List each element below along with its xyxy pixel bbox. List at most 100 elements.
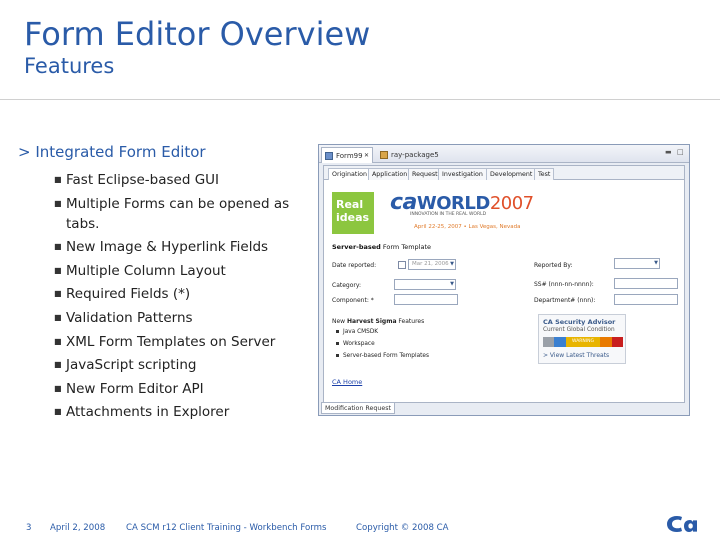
tab-application[interactable]: Application (368, 168, 412, 180)
ca-logo-icon (667, 516, 697, 532)
real-ideas-image: Real ideas (332, 192, 374, 234)
bullet-text: Attachments in Explorer (66, 404, 230, 421)
bullet-item: ■ Required Fields (*) (54, 284, 314, 304)
footer-course: CA SCM r12 Client Training - Workbench F… (126, 523, 327, 533)
square-bullet-icon: ■ (54, 407, 62, 417)
advisor-title: CA Security Advisor (543, 318, 616, 326)
bullet-text: Fast Eclipse-based GUI (66, 172, 220, 188)
bullet-icon (336, 330, 339, 333)
bullet-item: ■ Validation Patterns (54, 308, 314, 328)
ssn-label: SS# (nnn-nn-nnnn): (534, 281, 594, 288)
editor-tab-label: ray-package5 (391, 151, 439, 159)
square-bullet-icon: ■ (54, 336, 62, 346)
ssn-field[interactable] (614, 278, 678, 289)
ideas-text: ideas (336, 211, 370, 224)
section-heading: Server-based Form Template (332, 243, 431, 251)
bullet-text: Validation Patterns (66, 309, 193, 326)
threat-level-segment (611, 337, 623, 347)
bullet-item: ■ New Image & Hyperlink Fields (54, 237, 314, 257)
feature-list-item: Server-based Form Templates (336, 353, 429, 359)
bullet-text: Required Fields (*) (66, 286, 191, 303)
form-icon (325, 152, 333, 160)
slide-title: Form Editor Overview (24, 15, 371, 53)
bullet-text: New Image & Hyperlink Fields (66, 239, 269, 256)
department-field[interactable] (614, 294, 678, 305)
warning-status: WARNING (572, 339, 594, 344)
security-advisor-widget: CA Security Advisor Current Global Condi… (538, 314, 626, 364)
feature-text: Server-based Form Templates (343, 353, 429, 359)
bullet-text: Multiple Forms can be opened as tabs. (66, 195, 290, 232)
date-reported-field[interactable]: Mar 21, 2006 (408, 259, 456, 270)
tagline: INNOVATION IN THE REAL WORLD (410, 212, 487, 217)
bullet-icon (336, 354, 339, 357)
section-heading-rest: Form Template (380, 243, 431, 251)
bullet-item: ■ JavaScript scripting (54, 355, 314, 375)
editor-tab-form99[interactable]: Form99 ✕ (321, 147, 373, 163)
tab-origination[interactable]: Origination (328, 168, 371, 180)
new-features-heading: New Harvest Sigma Features (332, 318, 424, 325)
square-bullet-icon: ■ (54, 198, 62, 208)
editor-tab-ray-package5[interactable]: ray-package5 (377, 147, 441, 163)
square-bullet-icon: ■ (54, 175, 62, 184)
form-panel: Origination Application Request Investig… (323, 165, 685, 403)
advisor-subtitle: Current Global Condition (543, 327, 615, 333)
feature-text: Workspace (343, 341, 375, 347)
square-bullet-icon: ■ (54, 383, 62, 393)
ca-home-link[interactable]: CA Home (332, 378, 362, 386)
editor-tab-label: Form99 (336, 152, 363, 160)
bullet-text: XML Form Templates on Server (66, 333, 276, 350)
square-bullet-icon: ■ (54, 360, 62, 370)
bullet-item: ■ New Form Editor API (54, 379, 314, 399)
footer-copyright: Copyright © 2008 CA (356, 523, 449, 533)
square-bullet-icon: ■ (54, 289, 62, 299)
square-bullet-icon: ■ (54, 242, 62, 252)
close-icon[interactable]: ✕ (364, 148, 369, 164)
minimize-icon[interactable]: ▬ (665, 148, 672, 156)
threat-level-segment (554, 337, 566, 347)
year-text: 2007 (489, 193, 534, 214)
page-number: 3 (26, 523, 32, 533)
date-value: Mar 21, 2006 (412, 261, 449, 267)
package-icon (380, 151, 388, 159)
new-features-suffix: Features (396, 318, 425, 325)
category-dropdown[interactable] (394, 279, 456, 290)
view-threats-link[interactable]: > View Latest Threats (543, 352, 609, 359)
bullet-text: Multiple Column Layout (66, 262, 226, 279)
feature-bullet-list: ■ Fast Eclipse-based GUI ■ Multiple Forms … (54, 170, 314, 426)
slide-subtitle: Features (24, 54, 115, 78)
component-label: Component: * (332, 297, 374, 304)
event-dates: April 22-25, 2007 • Las Vegas, Nevada (414, 224, 521, 230)
new-features-prefix: New (332, 318, 347, 325)
category-label: Category: (332, 282, 361, 289)
modification-request-tab[interactable]: Modification Request (321, 402, 395, 414)
reported-by-label: Reported By: (534, 262, 573, 269)
title-divider (0, 99, 720, 100)
feature-text: Java CMSDK (343, 329, 379, 335)
real-text: Real (336, 198, 364, 211)
maximize-icon[interactable]: □ (677, 148, 684, 156)
threat-level-segment (600, 337, 612, 347)
department-label: Department# (nnn): (534, 297, 596, 304)
form-editor-screenshot: Form99 ✕ ray-package5 ▬ □ Origination Ap… (318, 144, 690, 416)
date-reported-checkbox[interactable] (398, 261, 406, 269)
main-bullet: > Integrated Form Editor (18, 143, 206, 161)
feature-list-item: Workspace (336, 341, 375, 347)
tab-test[interactable]: Test (534, 168, 555, 180)
bullet-item: ■ Attachments in Explorer (54, 402, 314, 422)
feature-list-item: Java CMSDK (336, 329, 378, 335)
component-field[interactable] (394, 294, 458, 305)
tab-development[interactable]: Development (486, 168, 537, 180)
world-text: WORLD (416, 193, 490, 214)
reported-by-dropdown[interactable] (614, 258, 660, 269)
date-reported-label: Date reported: (332, 262, 377, 269)
bullet-item: ■ Multiple Forms can be opened as tabs. (54, 194, 314, 234)
bullet-icon (336, 342, 339, 345)
footer-date: April 2, 2008 (50, 523, 106, 533)
tab-investigation[interactable]: Investigation (438, 168, 487, 180)
bullet-text: New Form Editor API (66, 380, 204, 397)
bullet-text: JavaScript scripting (66, 357, 197, 374)
tab-request[interactable]: Request (408, 168, 442, 180)
square-bullet-icon: ■ (54, 265, 62, 275)
form-tab-bar: Origination Application Request Investig… (324, 166, 684, 180)
bullet-item: ■ Fast Eclipse-based GUI (54, 170, 314, 190)
